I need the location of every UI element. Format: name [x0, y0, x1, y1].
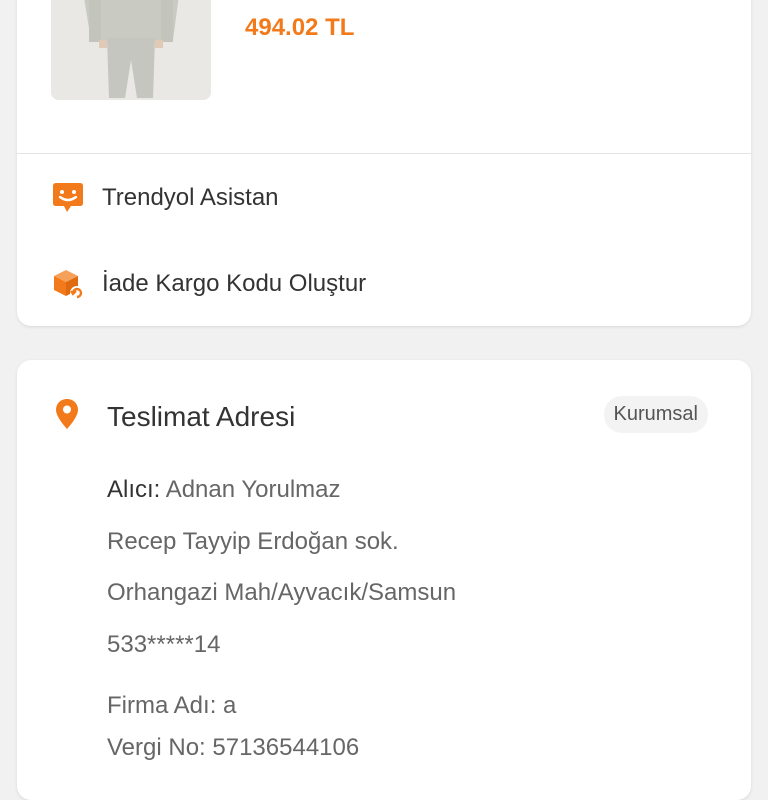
- address-title: Teslimat Adresi: [107, 400, 296, 432]
- location-pin-icon: [55, 398, 79, 435]
- assistant-label: Trendyol Asistan: [102, 184, 279, 211]
- create-return-code-button[interactable]: İade Kargo Kodu Oluştur: [50, 264, 366, 304]
- return-label: İade Kargo Kodu Oluştur: [102, 270, 367, 297]
- section-divider: [17, 153, 751, 154]
- trendyol-assistant-button[interactable]: Trendyol Asistan: [50, 178, 279, 218]
- return-box-icon: [50, 266, 86, 302]
- chat-smile-icon: [50, 180, 86, 216]
- address-street: Recep Tayyip Erdoğan sok.: [107, 528, 399, 555]
- company-name: Firma Adı: a: [107, 692, 237, 719]
- recipient-name: Adnan Yorulmaz: [165, 476, 341, 503]
- address-header: Teslimat Adresi: [55, 398, 295, 435]
- product-image[interactable]: [51, 0, 211, 100]
- address-type-badge: Kurumsal: [603, 396, 708, 433]
- order-item-card: 494.02 TL Trendyol Asistan İade Kargo Ko…: [17, 0, 751, 326]
- phone-number: 533*****14: [107, 631, 221, 658]
- delivery-address-card: Teslimat Adresi Kurumsal Alıcı: Adnan Yo…: [17, 360, 751, 800]
- product-image-sweatsuit: [51, 0, 211, 100]
- tax-number: Vergi No: 57136544106: [107, 734, 360, 761]
- recipient-line: Alıcı: Adnan Yorulmaz: [107, 476, 340, 504]
- address-district: Orhangazi Mah/Ayvacık/Samsun: [107, 579, 457, 606]
- product-price: 494.02 TL: [245, 14, 355, 41]
- recipient-key: Alıcı:: [107, 476, 161, 503]
